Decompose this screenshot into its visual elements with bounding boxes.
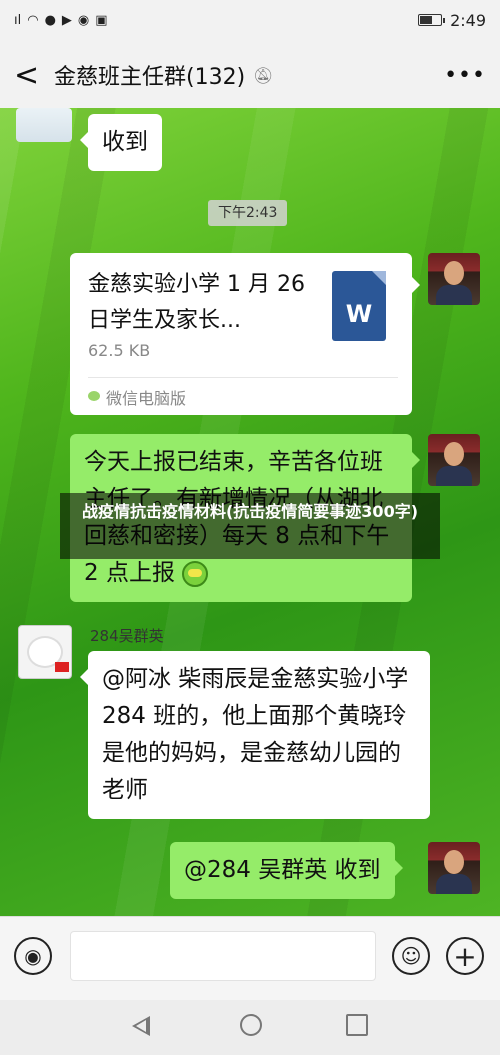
more-horizontal-icon: ••• bbox=[444, 62, 486, 88]
bell-off-icon: 🔕︎ bbox=[253, 65, 274, 85]
back-button[interactable]: < bbox=[14, 58, 54, 93]
message-timestamp: 下午2:43 bbox=[208, 200, 288, 226]
caption-overlay: 战疫情抗击疫情材料(抗击疫情简要事迹300字) bbox=[60, 493, 440, 559]
emoji-icon: ☺ bbox=[400, 944, 422, 968]
chat-icon: ◉ bbox=[77, 12, 90, 28]
file-message-card[interactable]: 金慈实验小学 1 月 26 日学生及家长... 62.5 KB W 微信电脑版 bbox=[70, 253, 420, 415]
plus-icon: + bbox=[453, 939, 477, 973]
word-file-icon: W bbox=[332, 271, 386, 341]
frog-emoji-icon bbox=[182, 560, 209, 587]
battery-icon bbox=[418, 14, 446, 26]
flag-icon bbox=[55, 662, 69, 672]
wechat-pc-icon bbox=[88, 391, 100, 401]
chat-header: < 金慈班主任群(132) 🔕︎ ••• bbox=[0, 40, 500, 110]
wifi-icon: ◠ bbox=[27, 12, 39, 28]
status-icons: ıl ◠ ● ▶ ◉ ▣ bbox=[14, 13, 108, 28]
system-navigation-bar bbox=[0, 1000, 500, 1055]
avatar[interactable] bbox=[428, 842, 480, 894]
message-bubble[interactable]: 收到 bbox=[80, 114, 162, 171]
message-text: @284 吴群英 收到 bbox=[184, 857, 381, 883]
status-bar: ıl ◠ ● ▶ ◉ ▣ 2:49 bbox=[0, 0, 500, 40]
message-text: @阿冰 柴雨辰是金慈实验小学 284 班的，他上面那个黄晓玲是他的妈妈，是金慈幼… bbox=[102, 666, 409, 803]
avatar[interactable] bbox=[16, 108, 72, 142]
file-size: 62.5 KB bbox=[88, 341, 151, 360]
play-icon: ▶ bbox=[61, 12, 72, 28]
app-icon: ● bbox=[44, 12, 56, 28]
status-time: 2:49 bbox=[450, 10, 486, 30]
message-text: 收到 bbox=[102, 129, 148, 155]
chevron-left-icon: < bbox=[14, 57, 40, 93]
avatar[interactable] bbox=[18, 625, 72, 679]
triangle-back-icon[interactable] bbox=[132, 1016, 150, 1036]
message-bubble[interactable]: @阿冰 柴雨辰是金慈实验小学 284 班的，他上面那个黄晓玲是他的妈妈，是金慈幼… bbox=[80, 651, 430, 819]
message-bubble[interactable]: @284 吴群英 收到 bbox=[170, 842, 403, 899]
chat-title: 金慈班主任群(132) bbox=[54, 65, 246, 90]
media-icon: ▣ bbox=[95, 12, 108, 28]
circle-home-icon[interactable] bbox=[240, 1014, 262, 1036]
voice-icon: ◉ bbox=[24, 944, 42, 968]
more-button[interactable]: ••• bbox=[444, 63, 486, 88]
add-button[interactable]: + bbox=[446, 937, 484, 975]
emoji-button[interactable]: ☺ bbox=[392, 937, 430, 975]
divider bbox=[88, 377, 398, 378]
voice-button[interactable]: ◉ bbox=[14, 937, 52, 975]
avatar[interactable] bbox=[428, 253, 480, 305]
input-bar: ◉ ☺ + bbox=[0, 916, 500, 1000]
file-name: 金慈实验小学 1 月 26 日学生及家长... bbox=[88, 272, 305, 333]
avatar[interactable] bbox=[428, 434, 480, 486]
square-recent-icon[interactable] bbox=[346, 1014, 368, 1036]
signal-icon: ıl bbox=[14, 12, 22, 28]
sender-name: 284吴群英 bbox=[90, 627, 164, 645]
message-input[interactable] bbox=[70, 931, 376, 981]
file-source: 微信电脑版 bbox=[106, 389, 187, 408]
